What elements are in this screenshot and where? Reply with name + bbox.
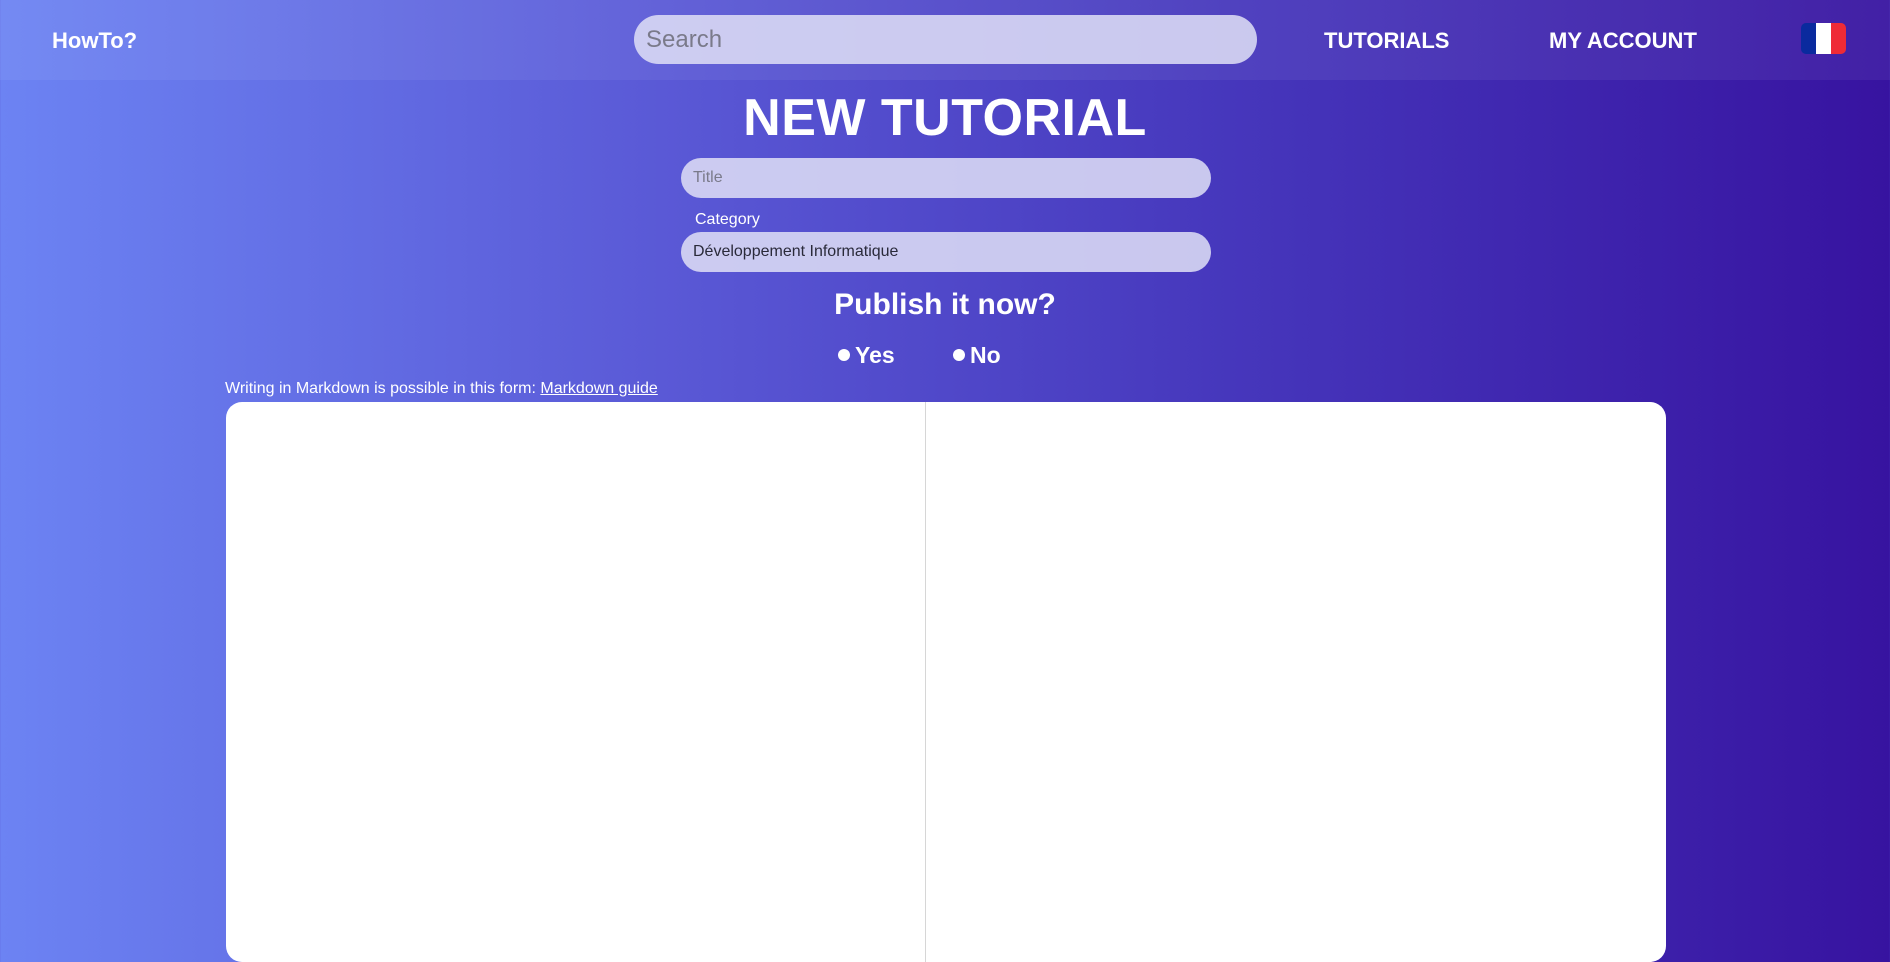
category-select[interactable]: Développement Informatique <box>681 232 1211 272</box>
publish-no-radio[interactable]: No <box>953 340 1001 370</box>
editor-preview-pane <box>926 402 1666 962</box>
markdown-editor <box>226 402 1666 962</box>
nav-tutorials-link[interactable]: TUTORIALS <box>1324 0 1449 80</box>
publish-no-label: No <box>970 341 1001 368</box>
markdown-hint: Writing in Markdown is possible in this … <box>225 380 658 398</box>
flag-stripe-white <box>1816 23 1831 54</box>
publish-yes-label: Yes <box>855 341 895 368</box>
top-navbar: HowTo? TUTORIALS MY ACCOUNT <box>0 0 1890 80</box>
publish-question: Publish it now? <box>834 288 1056 321</box>
france-flag-icon[interactable] <box>1801 23 1846 54</box>
editor-input-pane[interactable] <box>226 402 926 962</box>
search-input[interactable] <box>634 15 1257 64</box>
markdown-guide-link[interactable]: Markdown guide <box>540 380 657 397</box>
flag-stripe-blue <box>1801 23 1816 54</box>
title-input[interactable] <box>681 158 1211 198</box>
markdown-hint-text: Writing in Markdown is possible in this … <box>225 380 541 397</box>
radio-dot-icon[interactable] <box>953 349 965 361</box>
brand-logo[interactable]: HowTo? <box>52 0 137 80</box>
radio-dot-icon[interactable] <box>838 349 850 361</box>
category-label: Category <box>695 211 760 228</box>
publish-yes-radio[interactable]: Yes <box>838 340 895 370</box>
flag-stripe-red <box>1831 23 1846 54</box>
page-title: NEW TUTORIAL <box>743 89 1147 147</box>
nav-my-account-link[interactable]: MY ACCOUNT <box>1549 0 1697 80</box>
